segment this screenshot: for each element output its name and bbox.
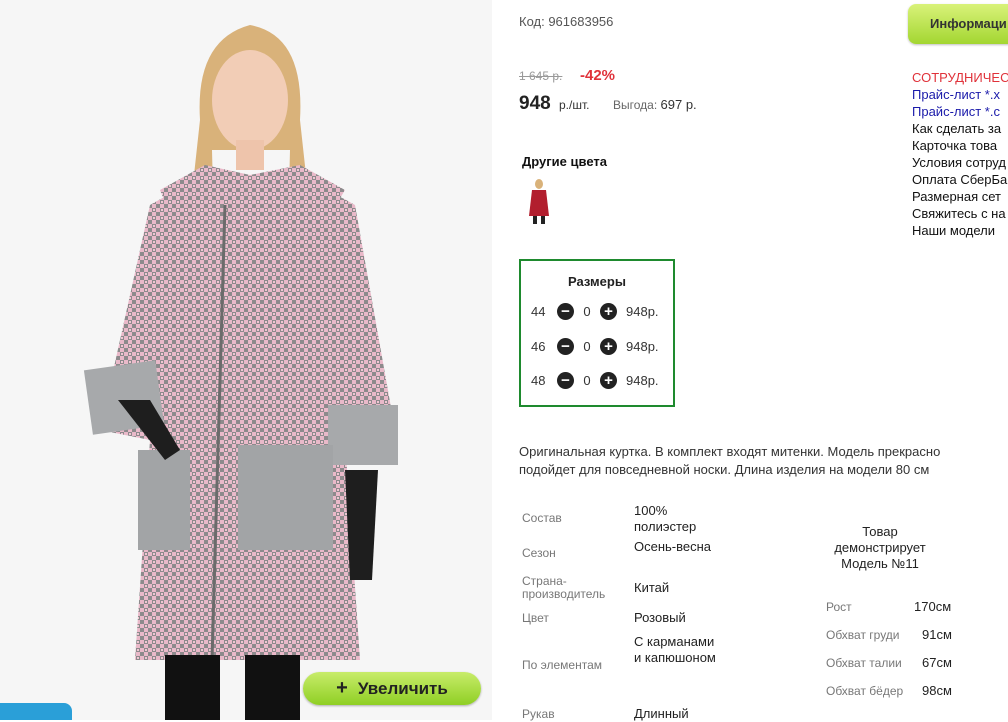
spec-value: Розовый — [634, 610, 686, 625]
price-unit: р./шт. — [559, 98, 590, 112]
size-row: 46 − 0 + 948р. — [531, 336, 671, 356]
spec-label: Страна-производитель — [522, 574, 606, 601]
spec-value: 100% полиэстер — [634, 503, 697, 534]
link-product-card[interactable]: Карточка това — [912, 137, 1008, 154]
product-code: Код: 961683956 — [519, 14, 614, 29]
plus-icon[interactable]: + — [600, 371, 617, 389]
plus-icon[interactable]: + — [600, 302, 617, 320]
link-our-models[interactable]: Наши модели — [912, 222, 1008, 239]
spec-label: Рукав — [522, 707, 555, 721]
corner-tab[interactable] — [0, 703, 72, 720]
product-description: Оригинальная куртка. В комплект входят м… — [519, 444, 941, 477]
zoom-button-label: Увеличить — [357, 678, 448, 698]
size-row: 48 − 0 + 948р. — [531, 370, 671, 390]
benefit-label: Выгода: — [613, 98, 658, 112]
spec-value: Осень-весна — [634, 539, 712, 554]
other-colors-title: Другие цвета — [522, 154, 607, 169]
zoom-button[interactable]: + Увеличить — [303, 672, 481, 705]
sizes-box: Размеры 44 − 0 + 948р. 46 − 0 + 948р. 48… — [519, 259, 675, 407]
model-measure-value: 98см — [922, 683, 952, 698]
spec-label: Сезон — [522, 546, 556, 560]
model-measure-value: 91см — [922, 627, 952, 642]
model-measure-label: Обхват бёдер — [826, 684, 904, 698]
quantity-value: 0 — [583, 338, 591, 354]
link-sberbank-payment[interactable]: Оплата СберБа — [912, 171, 1008, 188]
size-value: 46 — [531, 338, 546, 354]
right-links: СОТРУДНИЧЕСТ Прайс-лист *.x Прайс-лист *… — [912, 69, 1008, 239]
link-price-list-csv[interactable]: Прайс-лист *.c — [912, 103, 1008, 120]
spec-label: Цвет — [522, 611, 549, 625]
model-measure-label: Обхват талии — [826, 656, 902, 670]
model-measure-label: Обхват груди — [826, 628, 900, 642]
quantity-value: 0 — [583, 303, 591, 319]
info-tab[interactable]: Информаци — [908, 4, 1008, 44]
product-photo[interactable] — [0, 0, 492, 720]
link-price-list-xls[interactable]: Прайс-лист *.x — [912, 86, 1008, 103]
link-size-chart[interactable]: Размерная сет — [912, 188, 1008, 205]
spec-value: С карманами и капюшоном — [634, 634, 716, 665]
model-measure-value: 67см — [922, 655, 952, 670]
spec-value: Китай — [634, 580, 670, 595]
plus-icon: + — [336, 677, 348, 699]
size-value: 44 — [531, 303, 546, 319]
minus-icon[interactable]: − — [557, 337, 574, 355]
size-price: 948р. — [626, 338, 659, 354]
sizes-title: Размеры — [568, 274, 626, 289]
link-contact-us[interactable]: Свяжитесь с на — [912, 205, 1008, 222]
size-price: 948р. — [626, 372, 659, 388]
discount-badge: -42% — [580, 67, 616, 84]
model-caption: Товар демонстрирует Модель №11 — [834, 524, 926, 571]
minus-icon[interactable]: − — [557, 371, 574, 389]
minus-icon[interactable]: − — [557, 302, 574, 320]
plus-icon[interactable]: + — [600, 337, 617, 355]
old-price: 1 645 р. — [519, 69, 563, 83]
model-measure-value: 170см — [914, 599, 952, 614]
size-value: 48 — [531, 372, 546, 388]
benefit: Выгода: 697 р. — [613, 97, 697, 112]
link-cooperation[interactable]: СОТРУДНИЧЕСТ — [912, 69, 1008, 86]
spec-label: По элементам — [522, 658, 603, 672]
size-price: 948р. — [626, 303, 659, 319]
current-price: 948 — [519, 93, 551, 114]
link-cooperation-terms[interactable]: Условия сотруд — [912, 154, 1008, 171]
model-measure-label: Рост — [826, 600, 852, 614]
color-variant-thumbnail[interactable] — [527, 178, 551, 224]
link-how-to-order[interactable]: Как сделать за — [912, 120, 1008, 137]
benefit-value: 697 р. — [660, 97, 697, 112]
quantity-value: 0 — [583, 372, 591, 388]
spec-label: Состав — [522, 511, 562, 525]
size-row: 44 − 0 + 948р. — [531, 301, 671, 321]
